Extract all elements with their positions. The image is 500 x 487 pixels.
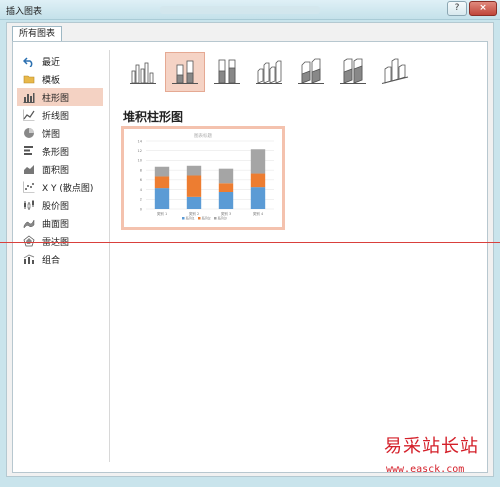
divider bbox=[109, 50, 110, 462]
sidebar-item[interactable]: 雷达图 bbox=[17, 232, 103, 250]
help-button[interactable]: ? bbox=[447, 1, 467, 16]
line-chart-icon bbox=[23, 109, 35, 121]
sidebar-item-label: 面积图 bbox=[42, 165, 70, 176]
3d-stacked-column-icon[interactable] bbox=[291, 52, 331, 92]
preview-title: 图表标题 bbox=[194, 132, 212, 139]
sidebar-item[interactable]: X Y (散点图) bbox=[17, 178, 103, 196]
sidebar-item[interactable]: 面积图 bbox=[17, 160, 103, 178]
stock-chart-icon bbox=[23, 199, 35, 211]
3d-column-icon[interactable] bbox=[375, 52, 415, 92]
watermark: 易采站长站 www.easck.com bbox=[376, 432, 500, 487]
100-stacked-column-icon[interactable] bbox=[207, 52, 247, 92]
legend-label: 系列3 bbox=[218, 216, 227, 221]
chart-preview[interactable]: 图表标题 0 2 4 6 8 10 12 14 类别 1 类别 2 类别 3 类别 4 系列1 系列2 系列3 bbox=[121, 126, 285, 230]
sidebar-item-label: 曲面图 bbox=[42, 219, 70, 230]
radar-chart-icon bbox=[23, 235, 35, 247]
sidebar-item[interactable]: 曲面图 bbox=[17, 214, 103, 232]
column-chart-icon bbox=[23, 91, 35, 103]
watermark-title: 易采站长站 bbox=[384, 436, 479, 457]
subtype-title: 堆积柱形图 bbox=[123, 110, 184, 124]
legend-swatch bbox=[182, 217, 185, 220]
x-tick-label: 类别 4 bbox=[253, 211, 264, 216]
sidebar-item-label: 最近 bbox=[42, 57, 61, 68]
bar-segment bbox=[250, 187, 266, 209]
y-tick-label: 12 bbox=[138, 149, 142, 153]
y-tick-label: 6 bbox=[140, 178, 142, 182]
area-chart-icon bbox=[23, 163, 35, 175]
x-tick-label: 类别 1 bbox=[157, 211, 167, 216]
bar-segment bbox=[186, 175, 202, 197]
sidebar-item-label: X Y (散点图) bbox=[42, 183, 94, 194]
sidebar-item-label: 柱形图 bbox=[42, 93, 70, 104]
chart-type-list: 最近模板柱形图折线图饼图条形图面积图 X Y (散点图) 股价图曲面图雷达图组合 bbox=[17, 52, 103, 268]
bar-segment bbox=[154, 166, 170, 177]
blurred-region bbox=[160, 6, 320, 14]
y-tick-label: 8 bbox=[140, 168, 142, 172]
3d-clustered-column-icon[interactable] bbox=[249, 52, 289, 92]
sidebar-item-label: 组合 bbox=[42, 255, 61, 266]
scatter-chart-icon bbox=[23, 181, 35, 193]
bar-segment bbox=[154, 176, 170, 189]
sidebar-item[interactable]: 组合 bbox=[17, 250, 103, 268]
3d-100-stacked-column-icon[interactable] bbox=[333, 52, 373, 92]
sidebar-item[interactable]: 最近 bbox=[17, 52, 103, 70]
sidebar-item-label: 模板 bbox=[42, 75, 61, 86]
y-tick-label: 0 bbox=[140, 207, 142, 211]
bar-segment bbox=[250, 149, 266, 174]
bar-segment bbox=[250, 173, 266, 188]
sidebar-item[interactable]: 条形图 bbox=[17, 142, 103, 160]
sidebar-item[interactable]: 饼图 bbox=[17, 124, 103, 142]
window-title: 插入图表 bbox=[6, 7, 43, 17]
sidebar-item[interactable]: 股价图 bbox=[17, 196, 103, 214]
pie-chart-icon bbox=[23, 127, 35, 139]
bar-chart-icon bbox=[23, 145, 35, 157]
sidebar-item[interactable]: 折线图 bbox=[17, 106, 103, 124]
annotation-line bbox=[0, 242, 500, 243]
sidebar-item[interactable]: 模板 bbox=[17, 70, 103, 88]
x-tick-label: 类别 2 bbox=[189, 211, 199, 216]
sidebar-item[interactable]: 柱形图 bbox=[17, 88, 103, 106]
sidebar-item-label: 条形图 bbox=[42, 147, 70, 158]
folder-icon bbox=[23, 73, 35, 85]
bar-segment bbox=[218, 183, 234, 192]
y-tick-label: 10 bbox=[138, 159, 142, 163]
y-tick-label: 14 bbox=[138, 139, 143, 143]
clustered-column-icon[interactable] bbox=[123, 52, 163, 92]
x-tick-label: 类别 3 bbox=[221, 211, 231, 216]
legend-swatch bbox=[214, 217, 217, 220]
combo-chart-icon bbox=[23, 253, 35, 265]
bar-segment bbox=[154, 188, 170, 209]
undo-icon bbox=[23, 55, 35, 67]
tab-all-charts[interactable]: 所有图表 bbox=[12, 26, 63, 42]
sidebar-item-label: 折线图 bbox=[42, 111, 70, 122]
sidebar-item-label: 股价图 bbox=[42, 201, 70, 212]
stacked-column-icon[interactable] bbox=[165, 52, 205, 92]
y-tick-label: 4 bbox=[140, 188, 143, 192]
bar-segment bbox=[186, 165, 202, 176]
y-tick-label: 2 bbox=[140, 198, 142, 202]
sidebar-item-label: 雷达图 bbox=[42, 235, 69, 248]
close-button[interactable]: × bbox=[469, 1, 497, 16]
sidebar-item-label: 饼图 bbox=[42, 129, 61, 140]
legend-label: 系列2 bbox=[202, 216, 211, 221]
watermark-url: www.easck.com bbox=[386, 464, 465, 475]
bar-segment bbox=[218, 168, 234, 184]
bar-segment bbox=[186, 196, 202, 209]
preview-chart-svg: 图表标题 0 2 4 6 8 10 12 14 类别 1 类别 2 类别 3 类别 4 系列1 系列2 系列3 bbox=[138, 132, 274, 221]
legend-label: 系列1 bbox=[186, 216, 195, 221]
bar-segment bbox=[218, 192, 234, 209]
tab-panel: 最近模板柱形图折线图饼图条形图面积图 X Y (散点图) 股价图曲面图雷达图组合 堆… bbox=[12, 41, 488, 473]
legend-swatch bbox=[198, 217, 201, 220]
surface-chart-icon bbox=[23, 217, 35, 229]
dialog-body: 所有图表 最近模板柱形图折线图饼图条形图面积图 X Y (散点图) 股价图曲面图雷达… bbox=[6, 22, 494, 477]
title-bar: 插入图表 ? × bbox=[0, 0, 500, 20]
